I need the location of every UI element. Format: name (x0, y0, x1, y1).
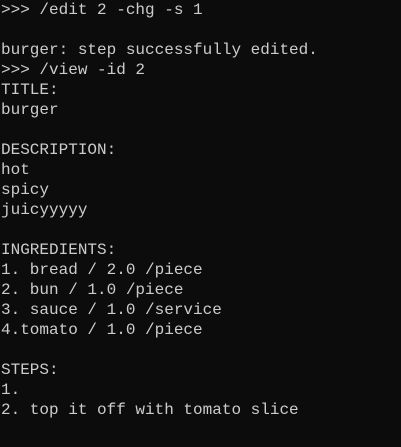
title-heading: TITLE: (1, 81, 59, 99)
recipe-title: burger (1, 101, 59, 119)
description-item: hot (1, 161, 30, 179)
description-item: spicy (1, 181, 50, 199)
edit-success-message: burger: step successfully edited. (1, 41, 318, 59)
ingredient-item: 3. sauce / 1.0 /service (1, 301, 222, 319)
description-item: juicyyyyy (1, 201, 88, 219)
ingredient-item: 2. bun / 1.0 /piece (1, 281, 184, 299)
command-line-edit: >>> /edit 2 -chg -s 1 (1, 1, 203, 19)
ingredients-heading: INGREDIENTS: (1, 241, 117, 259)
terminal-window[interactable]: >>> /edit 2 -chg -s 1 burger: step succe… (0, 0, 401, 447)
step-item: 2. top it off with tomato slice (1, 401, 299, 419)
ingredient-item: 4.tomato / 1.0 /piece (1, 321, 203, 339)
step-item: 1. (1, 381, 21, 399)
ingredient-item: 1. bread / 2.0 /piece (1, 261, 203, 279)
steps-heading: STEPS: (1, 361, 59, 379)
command-line-view: >>> /view -id 2 (1, 61, 146, 79)
description-heading: DESCRIPTION: (1, 141, 117, 159)
